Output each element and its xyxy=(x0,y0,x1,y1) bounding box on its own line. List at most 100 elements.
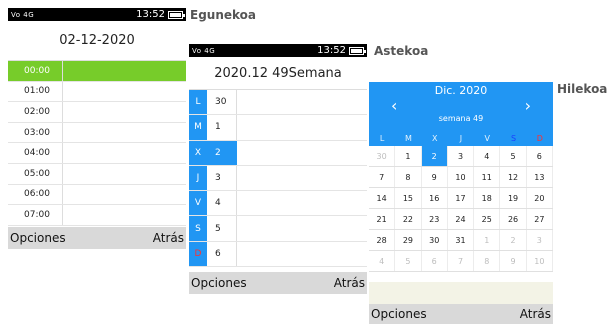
calendar-day-cell[interactable]: 4 xyxy=(474,146,501,166)
calendar-day-cell[interactable]: 10 xyxy=(527,251,553,271)
calendar-day-cell[interactable]: 27 xyxy=(527,209,553,229)
calendar-day-cell[interactable]: 6 xyxy=(422,251,448,271)
hour-row[interactable]: 03:00 xyxy=(8,122,186,144)
options-softkey[interactable]: Opciones xyxy=(191,276,247,290)
calendar-day-cell[interactable]: 1 xyxy=(474,230,501,250)
calendar-day-cell[interactable]: 4 xyxy=(369,251,396,271)
calendar-day-cell[interactable]: 14 xyxy=(369,188,396,208)
calendar-day-cell[interactable]: 7 xyxy=(448,251,475,271)
calendar-day-cell[interactable]: 28 xyxy=(369,230,396,250)
hour-slot[interactable] xyxy=(63,164,186,184)
day-events[interactable] xyxy=(237,141,367,165)
calendar-day-cell[interactable]: 3 xyxy=(448,146,475,166)
calendar-day-cell[interactable]: 23 xyxy=(422,209,448,229)
options-softkey[interactable]: Opciones xyxy=(10,231,66,245)
chevron-right-icon[interactable]: › xyxy=(525,96,531,115)
calendar-day-cell[interactable]: 6 xyxy=(527,146,553,166)
softkey-bar: Opciones Atrás xyxy=(8,227,186,249)
calendar-day-cell[interactable]: 7 xyxy=(369,167,396,187)
calendar-day-cell[interactable]: 31 xyxy=(448,230,475,250)
week-day-row[interactable]: J3 xyxy=(189,165,367,192)
day-view-label: Egunekoa xyxy=(190,8,257,22)
calendar-day-cell[interactable]: 17 xyxy=(448,188,475,208)
month-week-row: 14 15 16 17 18 19 20 xyxy=(369,188,553,209)
hour-row[interactable]: 07:00 xyxy=(8,205,186,226)
hour-slot[interactable] xyxy=(63,61,186,81)
softkey-bar: Opciones Atrás xyxy=(189,272,367,294)
calendar-day-cell[interactable]: 30 xyxy=(422,230,448,250)
hour-row[interactable]: 01:00 xyxy=(8,81,186,103)
calendar-day-cell[interactable]: 22 xyxy=(395,209,422,229)
calendar-day-cell[interactable]: 13 xyxy=(527,167,553,187)
calendar-day-cell[interactable]: 18 xyxy=(474,188,501,208)
calendar-day-cell[interactable]: 29 xyxy=(395,230,422,250)
hour-slot[interactable] xyxy=(63,82,186,102)
calendar-day-cell[interactable]: 2 xyxy=(421,146,448,166)
hour-row[interactable]: 00:00 xyxy=(8,61,186,82)
weekday-letter: S xyxy=(189,216,207,241)
calendar-day-cell[interactable]: 5 xyxy=(500,146,527,166)
back-softkey[interactable]: Atrás xyxy=(520,307,551,321)
weekday-header: LMXJVSD xyxy=(369,132,553,146)
calendar-day-cell[interactable]: 9 xyxy=(500,251,527,271)
week-day-row[interactable]: S5 xyxy=(189,216,367,242)
day-events[interactable] xyxy=(237,242,367,266)
week-day-row[interactable]: L 30 xyxy=(189,90,367,116)
hour-row[interactable]: 04:00 xyxy=(8,143,186,164)
clock: 13:52 xyxy=(136,9,165,20)
back-softkey[interactable]: Atrás xyxy=(153,231,184,245)
back-softkey[interactable]: Atrás xyxy=(334,276,365,290)
calendar-day-cell[interactable]: 20 xyxy=(527,188,553,208)
week-day-row[interactable]: V4 xyxy=(189,191,367,217)
calendar-day-cell[interactable]: 11 xyxy=(474,167,501,187)
calendar-day-cell[interactable]: 8 xyxy=(474,251,501,271)
hour-slot[interactable] xyxy=(63,185,186,205)
week-day-row[interactable]: M1 xyxy=(189,115,367,141)
calendar-day-cell[interactable]: 9 xyxy=(422,167,448,187)
week-day-list: L 30 M 1 X 2 J 3 V 4 S 5 D 6 xyxy=(189,90,367,268)
calendar-day-cell[interactable]: 21 xyxy=(369,209,396,229)
battery-icon xyxy=(168,10,185,19)
status-bar: Vo 4G 13:52 xyxy=(8,8,186,21)
hour-slot[interactable] xyxy=(63,205,186,225)
calendar-day-cell[interactable]: 30 xyxy=(369,146,396,166)
day-events[interactable] xyxy=(237,166,367,190)
options-softkey[interactable]: Opciones xyxy=(371,307,427,321)
week-day-row[interactable]: D6 xyxy=(189,241,367,268)
hour-row[interactable]: 06:00 xyxy=(8,184,186,206)
day-events[interactable] xyxy=(237,115,367,139)
battery-icon xyxy=(349,46,366,55)
week-day-row[interactable]: X2 xyxy=(189,140,367,166)
calendar-day-cell[interactable]: 19 xyxy=(500,188,527,208)
weekday-letter: L xyxy=(189,90,207,115)
calendar-day-cell[interactable]: 2 xyxy=(500,230,527,250)
weekday-header-cell: J xyxy=(459,134,463,143)
week-view-label: Astekoa xyxy=(374,44,429,58)
hour-list: 00:00 01:00 02:00 03:00 04:00 05:00 06:00 07:00 xyxy=(8,61,186,226)
calendar-day-cell[interactable]: 8 xyxy=(395,167,422,187)
calendar-day-cell[interactable]: 26 xyxy=(500,209,527,229)
hour-row[interactable]: 05:00 xyxy=(8,163,186,185)
calendar-day-cell[interactable]: 5 xyxy=(395,251,422,271)
signal-icon: Vo 4G xyxy=(11,10,35,19)
calendar-day-cell[interactable]: 25 xyxy=(474,209,501,229)
hour-label: 02:00 xyxy=(8,102,63,122)
chevron-left-icon[interactable]: ‹ xyxy=(391,96,397,115)
calendar-day-cell[interactable]: 3 xyxy=(527,230,553,250)
week-number: semana 49 xyxy=(438,114,484,123)
calendar-day-cell[interactable]: 1 xyxy=(395,146,422,166)
event-area xyxy=(369,282,553,304)
month-view-screen: Dic. 2020 ‹ › semana 49 LMXJVSD 30 1 2 3 4 5 6… xyxy=(369,82,553,324)
hour-slot[interactable] xyxy=(63,143,186,163)
day-events[interactable] xyxy=(237,90,367,114)
calendar-day-cell[interactable]: 15 xyxy=(395,188,422,208)
calendar-day-cell[interactable]: 16 xyxy=(422,188,448,208)
day-events[interactable] xyxy=(237,216,367,240)
day-events[interactable] xyxy=(237,191,367,215)
calendar-day-cell[interactable]: 24 xyxy=(448,209,475,229)
hour-slot[interactable] xyxy=(63,102,186,122)
hour-row[interactable]: 02:00 xyxy=(8,102,186,123)
hour-slot[interactable] xyxy=(63,123,186,143)
calendar-day-cell[interactable]: 12 xyxy=(500,167,527,187)
calendar-day-cell[interactable]: 10 xyxy=(448,167,475,187)
